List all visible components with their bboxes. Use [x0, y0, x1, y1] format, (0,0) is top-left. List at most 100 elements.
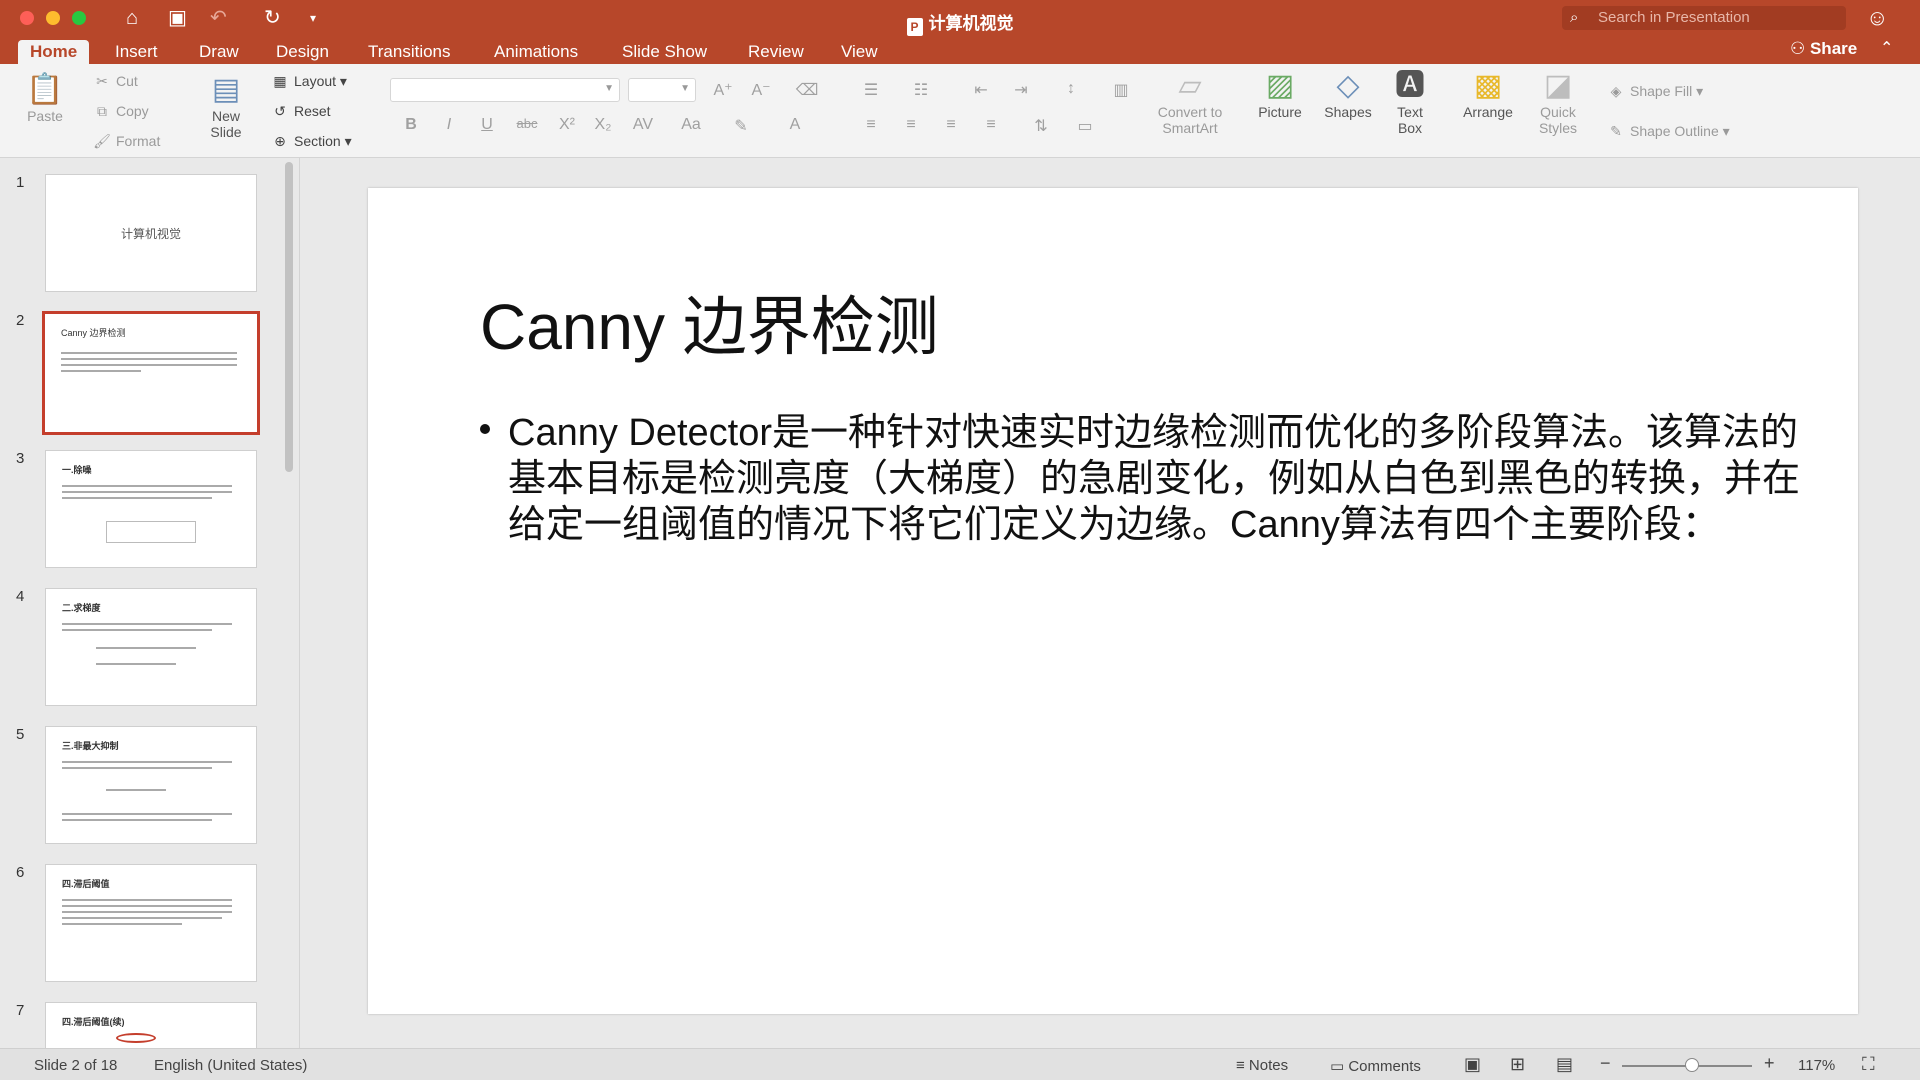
- comments-button[interactable]: ▭ Comments: [1330, 1057, 1421, 1075]
- highlight-icon[interactable]: ✎: [726, 116, 756, 136]
- new-slide-icon: ▤: [211, 73, 241, 106]
- thumbnail-text-line: [62, 767, 212, 769]
- search-placeholder: Search in Presentation: [1598, 9, 1750, 26]
- current-slide[interactable]: Canny 边界检测 Canny Detector是一种针对快速实时边缘检测而优…: [368, 188, 1858, 1014]
- italic-icon[interactable]: I: [434, 116, 464, 134]
- slide-thumbnail-1[interactable]: 计算机视觉: [45, 174, 257, 292]
- copy-button[interactable]: ⧉ Copy: [92, 102, 149, 120]
- tab-view[interactable]: View: [829, 40, 890, 64]
- align-center-icon[interactable]: ≡: [896, 116, 926, 134]
- thumbnail-title: 计算机视觉: [120, 227, 181, 241]
- thumbnail-text-line: [62, 491, 232, 493]
- align-text-icon[interactable]: ▭: [1070, 116, 1100, 136]
- shape-outline-button[interactable]: ✎ Shape Outline ▾: [1606, 122, 1730, 140]
- zoom-out-icon[interactable]: −: [1600, 1053, 1611, 1074]
- layout-button[interactable]: ▦ Layout ▾: [270, 72, 347, 90]
- line-spacing-icon[interactable]: ↕: [1056, 80, 1086, 98]
- align-right-icon[interactable]: ≡: [936, 116, 966, 134]
- text-box-button[interactable]: 🅰 Text Box: [1386, 68, 1434, 136]
- shapes-button[interactable]: ◇ Shapes: [1320, 68, 1376, 120]
- zoom-slider-handle[interactable]: [1685, 1058, 1699, 1072]
- increase-indent-icon[interactable]: ⇥: [1006, 80, 1036, 100]
- reset-label: Reset: [294, 103, 331, 119]
- text-box-label: Text Box: [1397, 104, 1423, 136]
- fit-to-window-icon[interactable]: ⛶: [1862, 1054, 1875, 1075]
- align-left-icon[interactable]: ≡: [856, 116, 886, 134]
- tab-insert[interactable]: Insert: [103, 40, 170, 64]
- cut-button[interactable]: ✂ Cut: [92, 72, 138, 90]
- font-color-icon[interactable]: A: [780, 116, 810, 134]
- reading-view-icon[interactable]: ▤: [1556, 1054, 1573, 1075]
- slide-thumbnail-3[interactable]: 一.除噪: [45, 450, 257, 568]
- tab-review[interactable]: Review: [736, 40, 816, 64]
- picture-icon: ▨: [1265, 69, 1295, 102]
- decrease-indent-icon[interactable]: ⇤: [966, 80, 996, 100]
- collapse-ribbon-icon[interactable]: ⌃: [1880, 38, 1893, 58]
- arrange-button[interactable]: ▩ Arrange: [1458, 68, 1518, 120]
- strikethrough-icon[interactable]: abc: [512, 116, 542, 131]
- slide-sorter-icon[interactable]: ⊞: [1510, 1054, 1525, 1075]
- status-bar: Slide 2 of 18 English (United States) ≡ …: [0, 1048, 1920, 1080]
- underline-icon[interactable]: U: [472, 116, 502, 134]
- format-label: Format: [116, 133, 161, 149]
- document-title-text: 计算机视觉: [928, 14, 1014, 33]
- slide-thumbnail-5[interactable]: 三.非最大抑制: [45, 726, 257, 844]
- feedback-smiley-icon[interactable]: ☺: [1866, 5, 1888, 31]
- paste-button[interactable]: 📋 Paste: [20, 72, 70, 124]
- notes-button[interactable]: ≡ Notes: [1236, 1057, 1288, 1074]
- quick-styles-button[interactable]: ◪ Quick Styles: [1530, 68, 1586, 136]
- layout-label: Layout: [294, 73, 337, 89]
- thumbnail-text-line: [61, 352, 237, 354]
- section-button[interactable]: ⊕ Section ▾: [270, 132, 352, 150]
- shape-fill-button[interactable]: ◈ Shape Fill ▾: [1606, 82, 1704, 100]
- slide-title[interactable]: Canny 边界检测: [480, 276, 939, 368]
- quick-styles-label: Quick Styles: [1538, 104, 1578, 136]
- slide-thumbnail-2[interactable]: Canny 边界检测: [42, 311, 260, 435]
- zoom-level[interactable]: 117%: [1798, 1057, 1835, 1074]
- columns-icon[interactable]: ▥: [1106, 80, 1136, 100]
- tab-home[interactable]: Home: [18, 40, 90, 64]
- tab-transitions[interactable]: Transitions: [356, 40, 463, 64]
- slide-thumbnail-7[interactable]: 四.滞后阈值(续): [45, 1002, 257, 1048]
- slide-canvas: Canny 边界检测 Canny Detector是一种针对快速实时边缘检测而优…: [301, 158, 1920, 1048]
- thumbnail-scrollbar[interactable]: [285, 162, 293, 472]
- search-input[interactable]: ⌕ Search in Presentation: [1562, 6, 1846, 30]
- ribbon-tabs: Home Insert Draw Design Transitions Anim…: [0, 36, 1920, 64]
- justify-icon[interactable]: ≡: [976, 116, 1006, 134]
- thumbnail-annotation: [116, 1033, 156, 1043]
- zoom-in-icon[interactable]: +: [1764, 1053, 1775, 1074]
- thumbnail-text-line: [62, 923, 182, 925]
- text-direction-icon[interactable]: ⇅: [1026, 116, 1056, 136]
- format-painter-button[interactable]: 🖌 Format: [92, 132, 160, 150]
- superscript-icon[interactable]: X²: [552, 116, 582, 134]
- tab-slide-show[interactable]: Slide Show: [610, 40, 719, 64]
- character-spacing-icon[interactable]: AV: [628, 116, 658, 134]
- numbering-icon[interactable]: ☷: [906, 80, 936, 100]
- clear-formatting-icon[interactable]: ⌫: [792, 80, 822, 100]
- change-case-icon[interactable]: Aa: [676, 116, 706, 134]
- shape-fill-label: Shape Fill: [1630, 83, 1693, 99]
- clipboard-icon: 📋: [26, 73, 64, 106]
- slide-body-text[interactable]: Canny Detector是一种针对快速实时边缘检测而优化的多阶段算法。该算法…: [508, 410, 1820, 548]
- slide-thumbnail-4[interactable]: 二.求梯度: [45, 588, 257, 706]
- font-family-dropdown[interactable]: ▼: [390, 78, 620, 102]
- language-indicator[interactable]: English (United States): [154, 1057, 307, 1074]
- slide-number: 4: [16, 588, 25, 605]
- convert-to-smartart-button[interactable]: ▱ Convert to SmartArt: [1150, 68, 1230, 136]
- subscript-icon[interactable]: X₂: [588, 116, 618, 134]
- slide-number: 1: [16, 174, 25, 191]
- bold-icon[interactable]: B: [396, 116, 426, 134]
- new-slide-button[interactable]: ▤ New Slide: [196, 72, 256, 140]
- tab-design[interactable]: Design: [264, 40, 341, 64]
- slide-thumbnail-6[interactable]: 四.滞后阈值: [45, 864, 257, 982]
- increase-font-icon[interactable]: A⁺: [708, 80, 738, 100]
- picture-button[interactable]: ▨ Picture: [1252, 68, 1308, 120]
- reset-button[interactable]: ↺ Reset: [270, 102, 331, 120]
- tab-animations[interactable]: Animations: [482, 40, 590, 64]
- tab-draw[interactable]: Draw: [187, 40, 251, 64]
- share-button[interactable]: ⚇ Share: [1790, 39, 1857, 59]
- font-size-dropdown[interactable]: ▼: [628, 78, 696, 102]
- normal-view-icon[interactable]: ▣: [1464, 1054, 1481, 1075]
- decrease-font-icon[interactable]: A⁻: [746, 80, 776, 100]
- bullets-icon[interactable]: ☰: [856, 80, 886, 100]
